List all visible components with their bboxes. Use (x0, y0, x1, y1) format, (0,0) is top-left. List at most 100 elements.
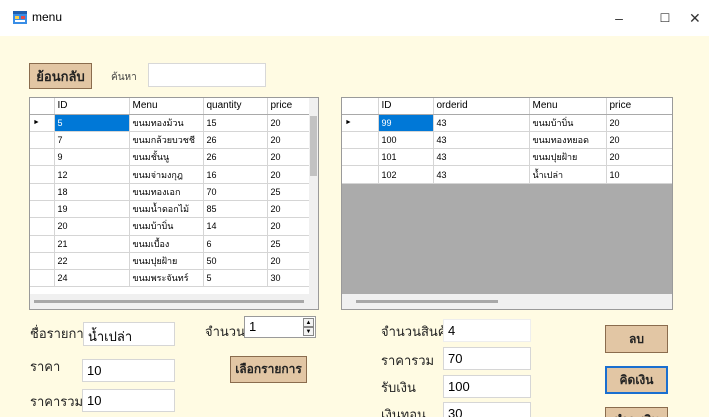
current-row-arrow-icon[interactable]: ► (342, 114, 379, 132)
calculate-button[interactable]: คิดเงิน (605, 366, 668, 394)
table-cell[interactable]: 9 (54, 148, 130, 167)
row-header[interactable] (30, 269, 55, 288)
row-header[interactable] (342, 165, 379, 184)
table-row[interactable]: 100 43 ขนมทองหยอด 20 (342, 131, 672, 150)
table-cell[interactable]: 20 (606, 148, 672, 167)
table-cell[interactable]: 24 (54, 269, 130, 288)
table-row[interactable]: 7 ขนมกล้วยบวชชี 26 20 (30, 131, 311, 150)
table-row[interactable]: 20 ขนมบ้าบิ่น 14 20 (30, 217, 311, 236)
change-field[interactable]: 30 (443, 402, 531, 417)
table-cell[interactable]: 26 (203, 131, 268, 150)
table-row[interactable]: ► 99 43 ขนมบ้าบิ่น 20 (342, 114, 672, 132)
column-header[interactable]: Menu (529, 98, 607, 115)
table-cell[interactable]: 21 (54, 235, 130, 253)
item-total-field[interactable]: 10 (82, 389, 175, 412)
table-cell[interactable]: ขนมพระจันทร์ (129, 269, 204, 288)
table-cell[interactable]: 5 (54, 114, 130, 132)
table-row[interactable]: 101 43 ขนมปุยฝ้าย 20 (342, 148, 672, 167)
row-header[interactable] (30, 252, 55, 271)
row-header[interactable] (30, 217, 55, 236)
table-cell[interactable]: 25 (267, 235, 311, 253)
column-header[interactable]: quantity (203, 98, 268, 115)
table-cell[interactable]: ขนมทองหยอด (529, 131, 607, 150)
table-cell[interactable]: 85 (203, 200, 268, 219)
table-cell[interactable]: ขนมบ้าบิ่น (129, 217, 204, 236)
table-cell[interactable]: 14 (203, 217, 268, 236)
select-item-button[interactable]: เลือกรายการ (230, 356, 307, 383)
horizontal-scrollbar[interactable] (342, 294, 672, 309)
item-name-field[interactable]: น้ำเปล่า (83, 322, 175, 346)
table-cell[interactable]: ขนมกล้วยบวชชี (129, 131, 204, 150)
back-button[interactable]: ย้อนกลับ (29, 63, 92, 89)
table-cell[interactable]: 20 (54, 217, 130, 236)
table-cell[interactable]: 43 (433, 165, 530, 184)
price-field[interactable]: 10 (82, 359, 175, 382)
table-row[interactable]: 24 ขนมพระจันทร์ 5 30 (30, 269, 311, 288)
table-cell[interactable]: ขนมเบื้อง (129, 235, 204, 253)
vertical-scrollbar[interactable] (309, 98, 318, 294)
table-cell[interactable]: 7 (54, 131, 130, 150)
row-header[interactable] (342, 131, 379, 150)
table-row[interactable]: 12 ขนมจ่ามงกุฎ 16 20 (30, 165, 311, 184)
table-cell[interactable]: ขนมปุยฝ้าย (529, 148, 607, 167)
close-button[interactable]: ✕ (689, 0, 709, 36)
table-cell[interactable]: 20 (267, 114, 311, 132)
table-row[interactable]: ► 5 ขนมทองม้วน 15 20 (30, 114, 311, 132)
menu-grid[interactable]: ID Menu quantity price ► 5 ขนมทองม้วน 15 20 7… (29, 97, 319, 310)
delete-button[interactable]: ลบ (605, 325, 668, 353)
column-header[interactable]: price (267, 98, 311, 115)
table-cell[interactable]: 19 (54, 200, 130, 219)
table-cell[interactable]: 25 (267, 183, 311, 201)
table-cell[interactable]: ขนมบ้าบิ่น (529, 114, 607, 132)
scrollbar-thumb[interactable] (310, 116, 317, 176)
table-cell[interactable]: 43 (433, 114, 530, 132)
table-cell[interactable]: 30 (267, 269, 311, 288)
search-input[interactable] (148, 63, 266, 87)
table-cell[interactable]: 16 (203, 165, 268, 184)
table-cell[interactable]: ขนมน้ำดอกไม้ (129, 200, 204, 219)
table-cell[interactable]: 10 (606, 165, 672, 184)
row-header[interactable] (30, 183, 55, 201)
product-count-field[interactable]: 4 (443, 319, 531, 342)
scrollbar-thumb[interactable] (356, 300, 498, 303)
pay-button[interactable]: ชำระเงิน (605, 407, 668, 417)
spin-up-icon[interactable]: ▲ (303, 318, 314, 327)
table-cell[interactable]: 20 (606, 131, 672, 150)
table-cell[interactable]: 18 (54, 183, 130, 201)
table-cell[interactable]: 100 (378, 131, 434, 150)
table-cell[interactable]: ขนมปุยฝ้าย (129, 252, 204, 271)
table-cell[interactable]: 43 (433, 131, 530, 150)
table-cell[interactable]: 20 (267, 131, 311, 150)
table-cell[interactable]: 5 (203, 269, 268, 288)
table-cell[interactable]: น้ำเปล่า (529, 165, 607, 184)
table-cell[interactable]: 20 (606, 114, 672, 132)
scrollbar-thumb[interactable] (34, 300, 304, 303)
quantity-stepper[interactable]: 1 ▲ ▼ (244, 316, 316, 338)
order-grid[interactable]: ID orderid Menu price ► 99 43 ขนมบ้าบิ่น 20 1… (341, 97, 673, 310)
current-row-arrow-icon[interactable]: ► (30, 114, 55, 132)
table-row[interactable]: 9 ขนมชั้นนู 26 20 (30, 148, 311, 167)
order-total-field[interactable]: 70 (443, 347, 531, 370)
table-cell[interactable]: 6 (203, 235, 268, 253)
table-cell[interactable]: 102 (378, 165, 434, 184)
table-row[interactable]: 18 ขนมทองเอก 70 25 (30, 183, 311, 201)
table-cell[interactable]: ขนมชั้นนู (129, 148, 204, 167)
maximize-button[interactable]: ☐ (647, 0, 683, 36)
row-header[interactable] (30, 235, 55, 253)
table-row[interactable]: 102 43 น้ำเปล่า 10 (342, 165, 672, 184)
row-header[interactable] (30, 131, 55, 150)
table-cell[interactable]: 15 (203, 114, 268, 132)
table-cell[interactable]: 20 (267, 148, 311, 167)
table-cell[interactable]: 20 (267, 217, 311, 236)
table-cell[interactable]: 26 (203, 148, 268, 167)
column-header[interactable]: Menu (129, 98, 204, 115)
column-header[interactable]: ID (54, 98, 130, 115)
table-cell[interactable]: 99 (378, 114, 434, 132)
row-header[interactable] (342, 148, 379, 167)
table-cell[interactable]: 101 (378, 148, 434, 167)
horizontal-scrollbar[interactable] (30, 294, 318, 309)
table-cell[interactable]: 20 (267, 200, 311, 219)
table-cell[interactable]: ขนมทองเอก (129, 183, 204, 201)
table-cell[interactable]: ขนมทองม้วน (129, 114, 204, 132)
row-header[interactable] (30, 200, 55, 219)
